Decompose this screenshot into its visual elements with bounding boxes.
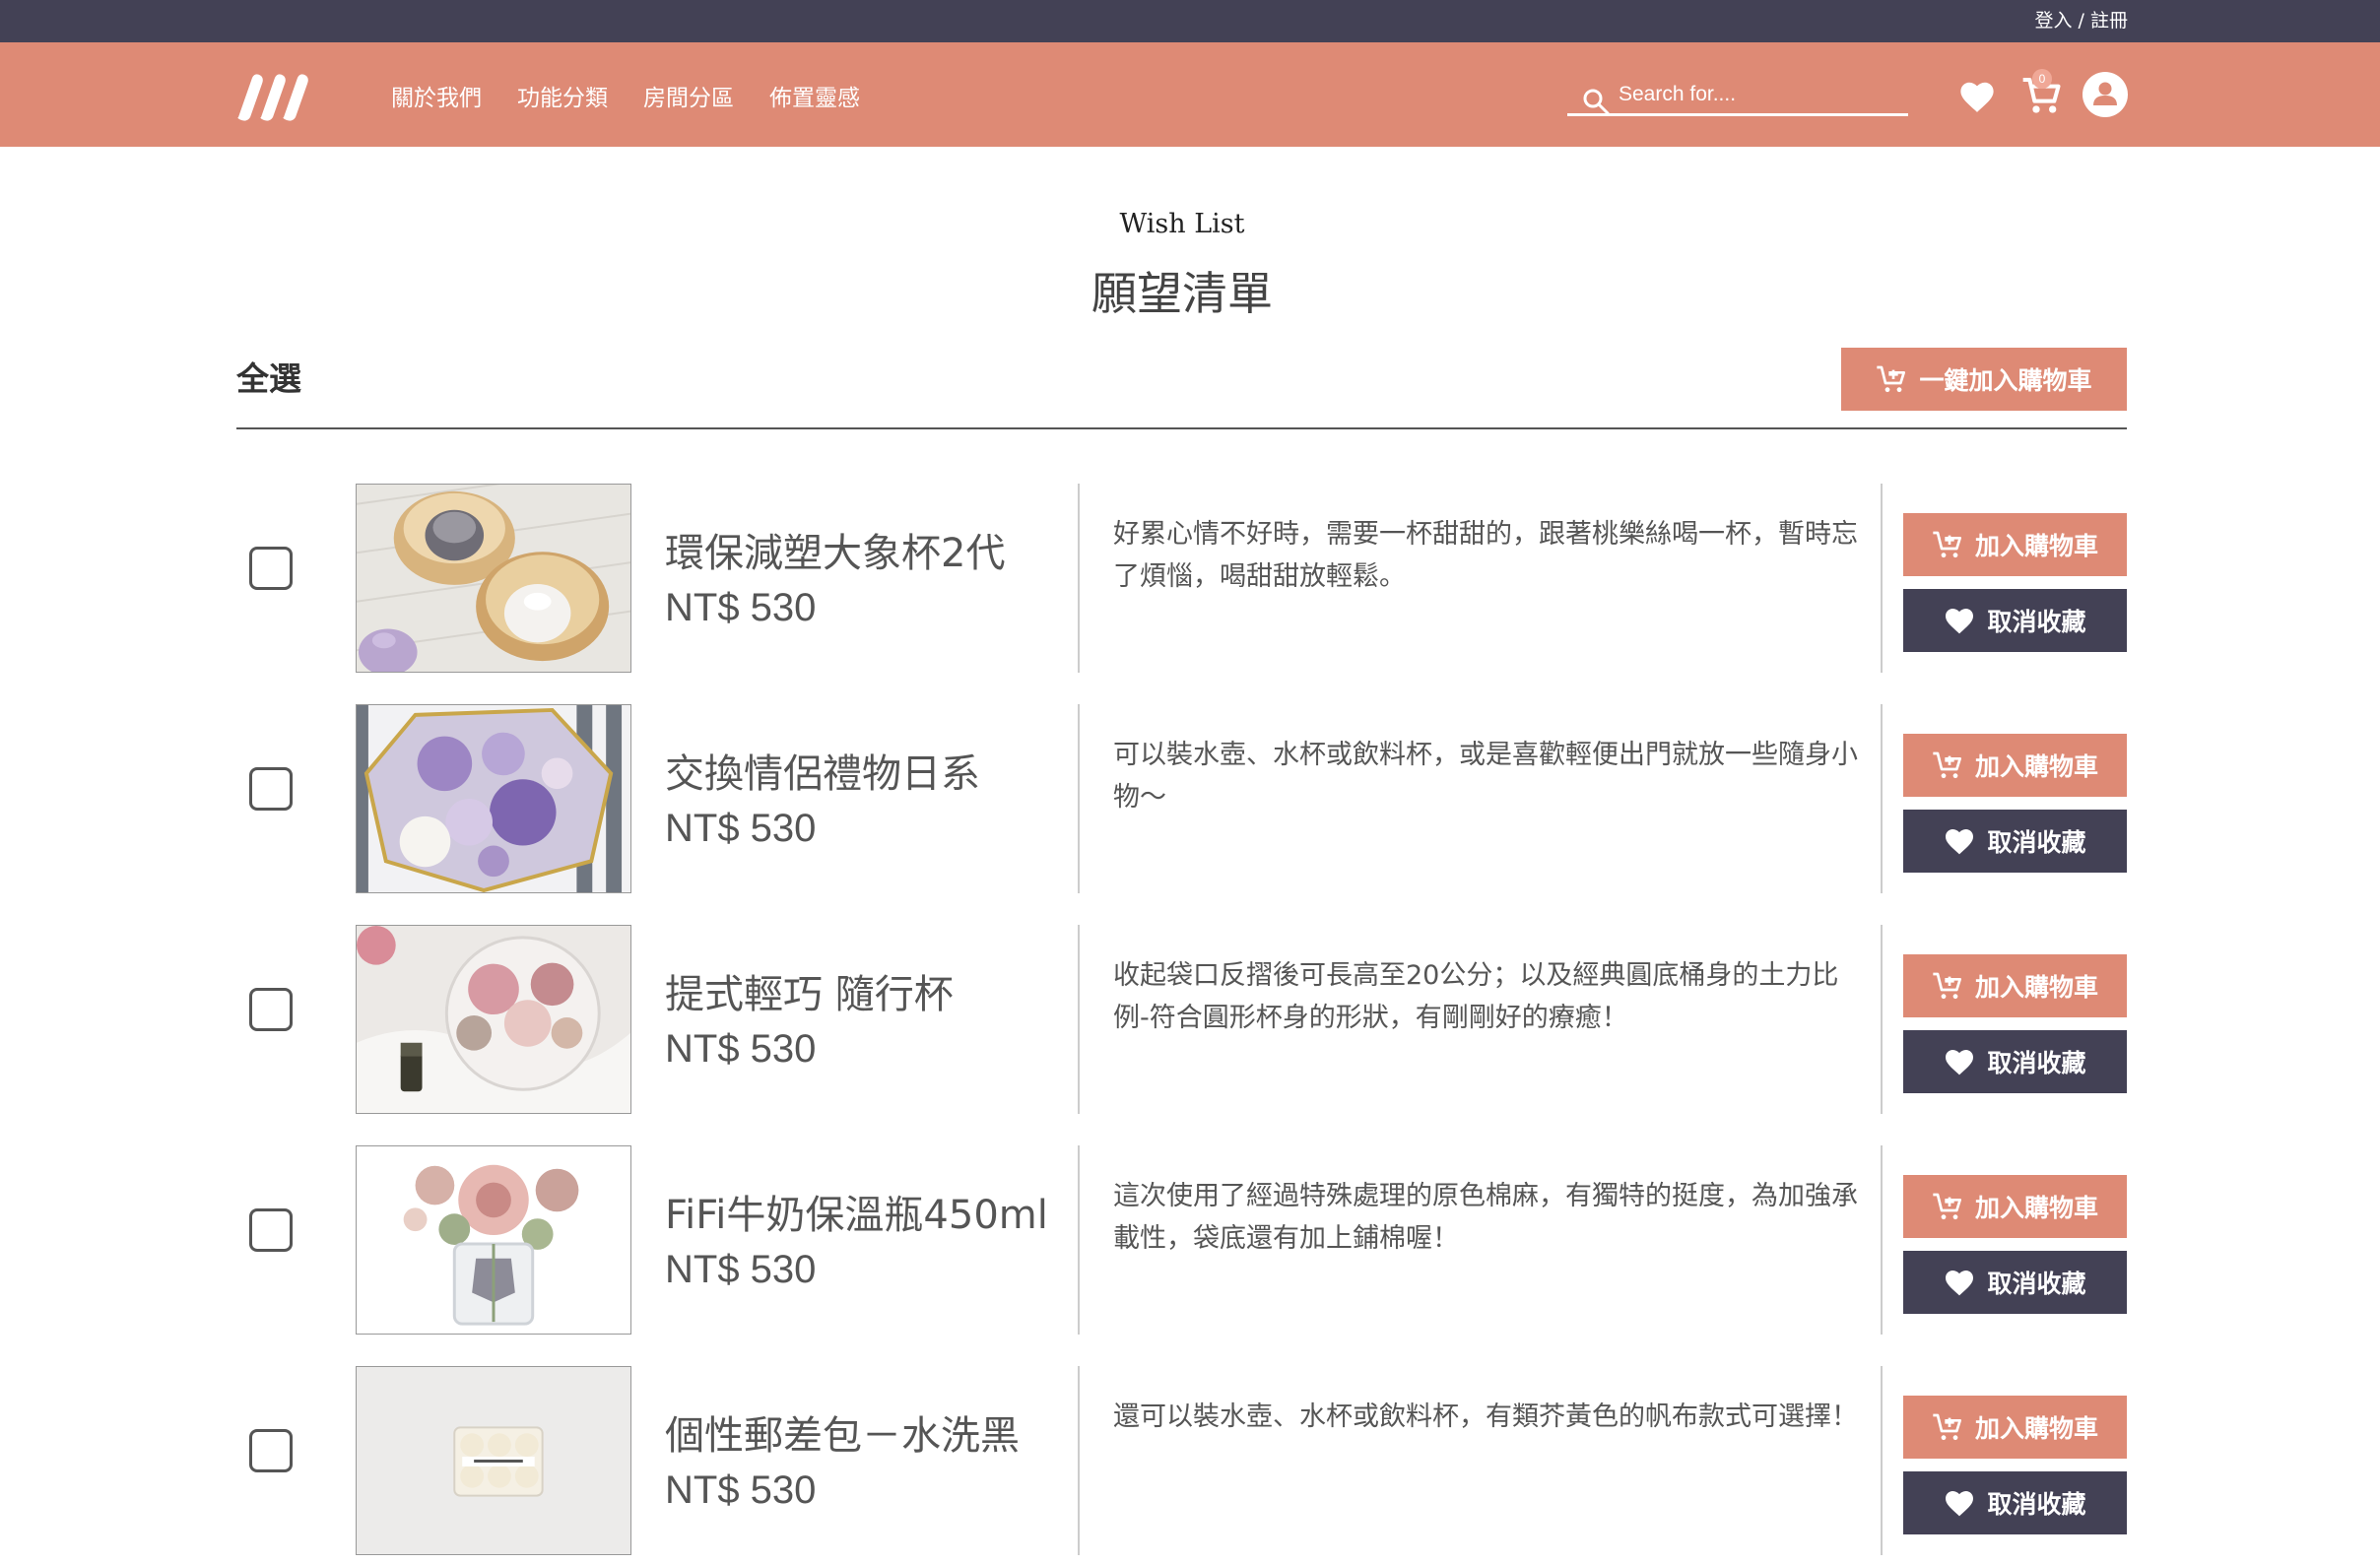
heart-icon — [1946, 1271, 1974, 1296]
add-cart-icon — [1933, 972, 1961, 1000]
add-to-cart-label: 加入購物車 — [1974, 532, 2098, 560]
heart-icon — [1946, 1491, 1974, 1517]
select-all-button[interactable]: 全選 — [236, 353, 301, 400]
nav-about[interactable]: 關於我們 — [391, 79, 482, 112]
add-to-cart-label: 加入購物車 — [1974, 1414, 2098, 1443]
remove-favorite-label: 取消收藏 — [1987, 1490, 2086, 1519]
remove-favorite-button[interactable]: 取消收藏 — [1903, 1251, 2127, 1314]
heart-icon — [1946, 829, 1974, 855]
column-separator — [1078, 1145, 1080, 1335]
item-checkbox[interactable] — [249, 767, 293, 811]
add-to-cart-button[interactable]: 加入購物車 — [1903, 513, 2127, 576]
user-avatar-icon[interactable] — [2082, 72, 2128, 117]
register-link[interactable]: 註冊 — [2090, 10, 2128, 32]
product-image[interactable] — [356, 704, 631, 893]
column-separator — [1078, 1366, 1080, 1555]
remove-favorite-button[interactable]: 取消收藏 — [1903, 1030, 2127, 1093]
search-icon[interactable] — [1581, 87, 1611, 116]
nav-rooms[interactable]: 房間分區 — [643, 79, 734, 112]
product-name[interactable]: 個性郵差包－水洗黑 — [665, 1403, 1020, 1461]
remove-favorite-label: 取消收藏 — [1987, 1270, 2086, 1298]
product-image[interactable] — [356, 925, 631, 1114]
product-name[interactable]: 提式輕巧 隨行杯 — [665, 962, 954, 1019]
heart-icon — [1946, 609, 1974, 634]
item-checkbox[interactable] — [249, 1429, 293, 1472]
add-cart-icon — [1933, 751, 1961, 779]
remove-favorite-button[interactable]: 取消收藏 — [1903, 1471, 2127, 1534]
product-description: 還可以裝水壺、水杯或飲料杯，有類芥黃色的帆布款式可選擇！ — [1113, 1401, 1858, 1432]
column-separator — [1881, 704, 1883, 893]
column-separator — [1881, 1145, 1883, 1335]
nav-inspiration[interactable]: 佈置靈感 — [769, 79, 860, 112]
search-bar — [1567, 75, 1908, 116]
add-to-cart-label: 加入購物車 — [1974, 752, 2098, 781]
column-separator — [1881, 1366, 1883, 1555]
primary-nav: 關於我們 功能分類 房間分區 佈置靈感 — [391, 79, 860, 112]
add-to-cart-button[interactable]: 加入購物車 — [1903, 734, 2127, 797]
product-name[interactable]: 環保減塑大象杯2代 — [665, 521, 1005, 578]
remove-favorite-label: 取消收藏 — [1987, 1049, 2086, 1077]
login-link[interactable]: 登入 — [2034, 10, 2072, 32]
product-description: 這次使用了經過特殊處理的原色棉麻，有獨特的挺度，為加強承載性，袋底還有加上鋪棉喔… — [1113, 1181, 1858, 1254]
add-to-cart-label: 加入購物車 — [1974, 1194, 2098, 1222]
auth-links: 登入 / 註冊 — [2034, 6, 2128, 33]
column-separator — [1881, 925, 1883, 1114]
wishlist-row: 提式輕巧 隨行杯 NT$ 530 收起袋口反摺後可長高至20公分；以及經典圓底桶… — [236, 925, 2127, 1114]
item-checkbox[interactable] — [249, 1208, 293, 1252]
add-cart-icon — [1933, 531, 1961, 558]
product-price: NT$ 530 — [665, 807, 817, 850]
product-name[interactable]: FiFi牛奶保溫瓶450ml — [665, 1183, 1048, 1240]
page-title-en: Wish List — [1119, 209, 1245, 239]
nav-categories[interactable]: 功能分類 — [517, 79, 608, 112]
product-description: 好累心情不好時，需要一杯甜甜的，跟著桃樂絲喝一杯，暫時忘了煩惱，喝甜甜放輕鬆。 — [1113, 519, 1858, 592]
add-all-to-cart-button[interactable]: 一鍵加入購物車 — [1841, 348, 2127, 411]
add-cart-icon — [1933, 1413, 1961, 1441]
remove-favorite-label: 取消收藏 — [1987, 828, 2086, 857]
product-image[interactable] — [356, 1145, 631, 1335]
add-to-cart-label: 加入購物車 — [1974, 973, 2098, 1002]
product-name[interactable]: 交換情侶禮物日系 — [665, 742, 980, 799]
add-all-label: 一鍵加入購物車 — [1919, 366, 2092, 395]
add-to-cart-button[interactable]: 加入購物車 — [1903, 1175, 2127, 1238]
remove-favorite-button[interactable]: 取消收藏 — [1903, 589, 2127, 652]
auth-separator: / — [2078, 10, 2084, 32]
column-separator — [1881, 484, 1883, 673]
wishlist-row: 個性郵差包－水洗黑 NT$ 530 還可以裝水壺、水杯或飲料杯，有類芥黃色的帆布… — [236, 1366, 2127, 1555]
product-price: NT$ 530 — [665, 586, 817, 629]
wishlist-row: 交換情侶禮物日系 NT$ 530 可以裝水壺、水杯或飲料杯，或是喜歡輕便出門就放… — [236, 704, 2127, 893]
column-separator — [1078, 925, 1080, 1114]
heart-icon — [1946, 1050, 1974, 1075]
item-checkbox[interactable] — [249, 988, 293, 1031]
product-price: NT$ 530 — [665, 1248, 817, 1291]
product-description: 可以裝水壺、水杯或飲料杯，或是喜歡輕便出門就放一些隨身小物～ — [1113, 740, 1858, 813]
header-divider — [236, 427, 2127, 429]
wishlist-row: FiFi牛奶保溫瓶450ml NT$ 530 這次使用了經過特殊處理的原色棉麻，… — [236, 1145, 2127, 1335]
item-checkbox[interactable] — [249, 547, 293, 590]
product-price: NT$ 530 — [665, 1027, 817, 1071]
remove-favorite-label: 取消收藏 — [1987, 608, 2086, 636]
product-price: NT$ 530 — [665, 1468, 817, 1512]
wishlist-heart-icon[interactable] — [1958, 79, 1996, 114]
remove-favorite-button[interactable]: 取消收藏 — [1903, 810, 2127, 873]
add-to-cart-button[interactable]: 加入購物車 — [1903, 1396, 2127, 1459]
main-navbar: 關於我們 功能分類 房間分區 佈置靈感 0 — [0, 42, 2380, 147]
product-description: 收起袋口反摺後可長高至20公分；以及經典圓底桶身的土力比例-符合圓形杯身的形狀，… — [1113, 960, 1839, 1033]
product-image[interactable] — [356, 1366, 631, 1555]
product-image[interactable] — [356, 484, 631, 673]
add-cart-icon — [1933, 1193, 1961, 1220]
top-bar: 登入 / 註冊 — [0, 0, 2380, 42]
search-input[interactable] — [1619, 78, 1894, 111]
brand-logo[interactable] — [234, 72, 309, 121]
add-cart-icon — [1877, 365, 1906, 393]
cart-count-badge: 0 — [2032, 69, 2052, 89]
wishlist-row: 環保減塑大象杯2代 NT$ 530 好累心情不好時，需要一杯甜甜的，跟著桃樂絲喝… — [236, 484, 2127, 673]
add-to-cart-button[interactable]: 加入購物車 — [1903, 954, 2127, 1017]
column-separator — [1078, 484, 1080, 673]
page-title: 願望清單 — [1091, 267, 1273, 320]
column-separator — [1078, 704, 1080, 893]
